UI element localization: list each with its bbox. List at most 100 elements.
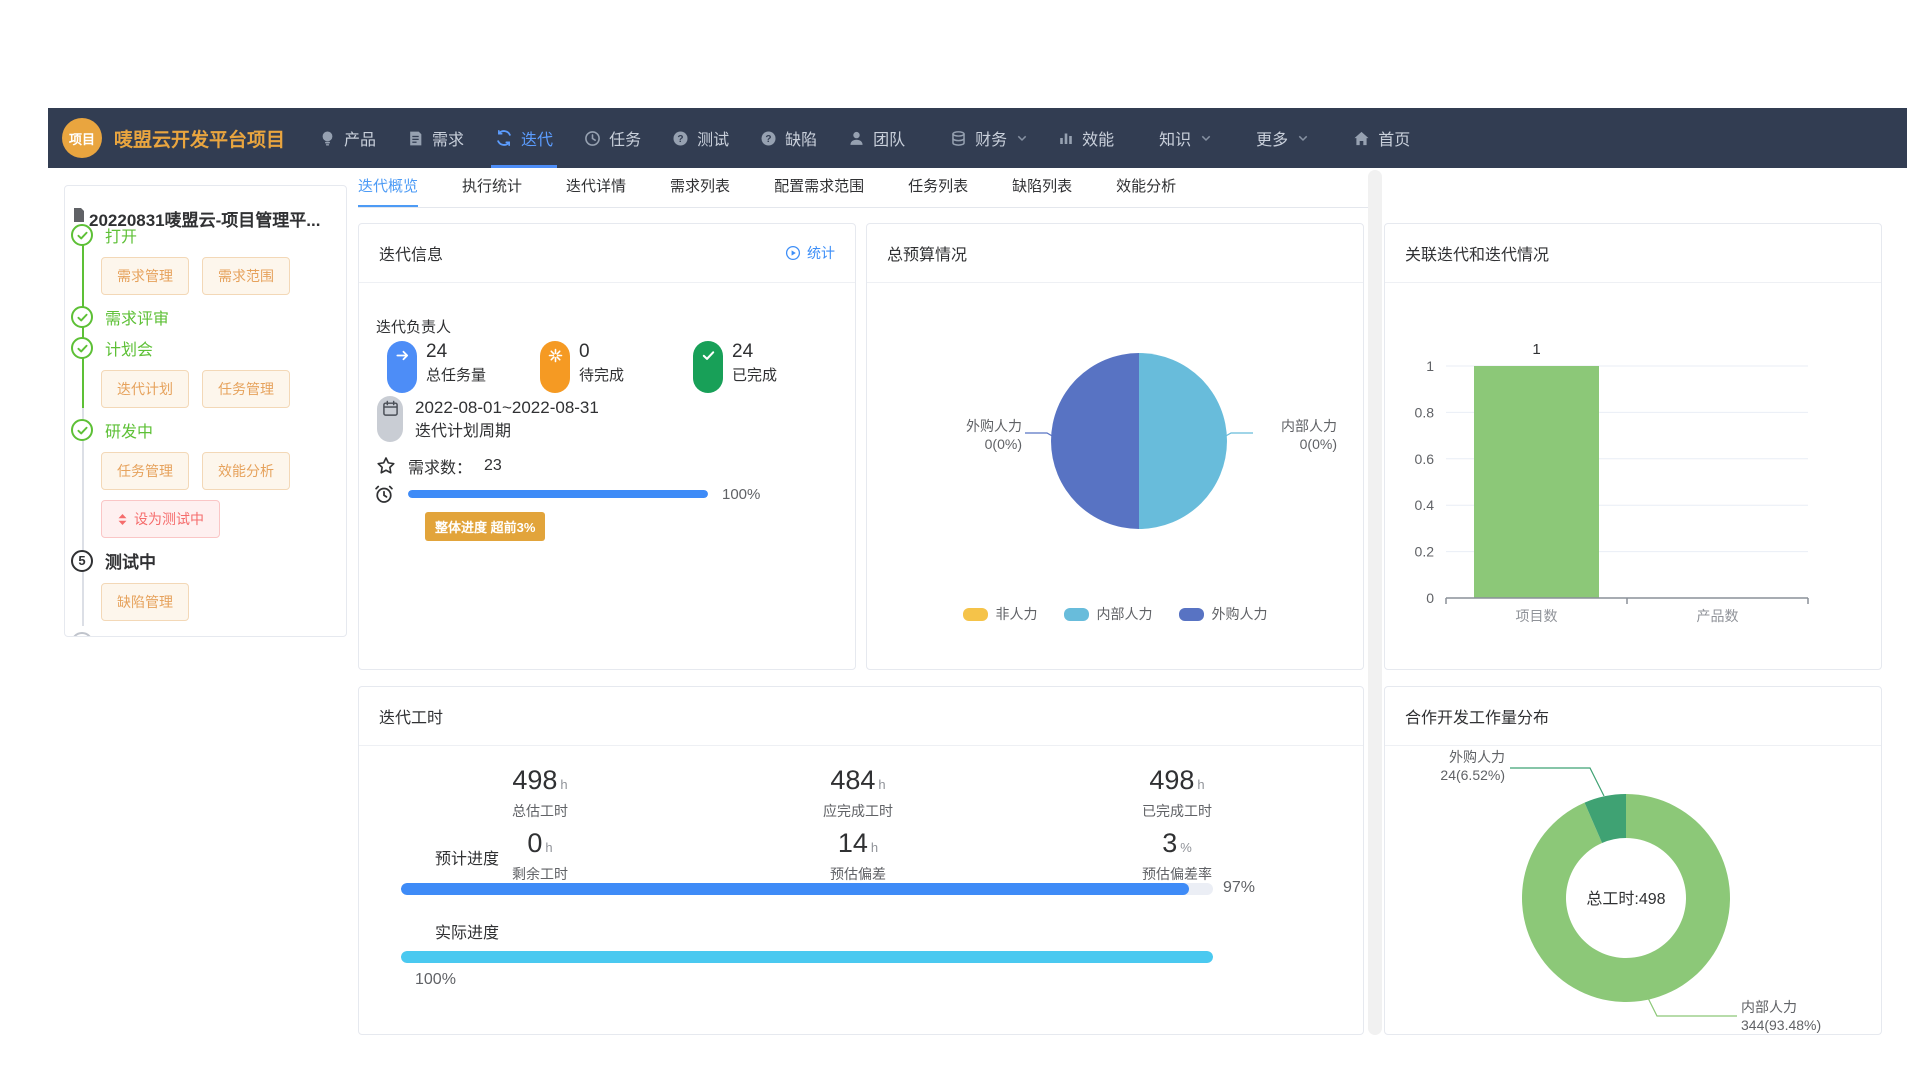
alarm-clock-icon [374,484,394,504]
card-header: 迭代信息 统计 [359,224,855,283]
step-action-需求管理[interactable]: 需求管理 [101,257,189,295]
updown-icon [117,513,128,526]
svg-text:344(93.48%): 344(93.48%) [1741,1017,1821,1033]
hours-card: 迭代工时 498h总估工时0h剩余工时484h应完成工时14h预估偏差498h已… [358,686,1364,1035]
tab-迭代详情[interactable]: 迭代详情 [566,175,626,207]
svg-text:?: ? [678,134,684,145]
check-icon [701,348,716,393]
planned-progress-percent: 97% [1223,879,1255,897]
nav-menu: 产品 需求 迭代任务? 测试 ?缺陷 团队 财务 效能 知识更多 首页 [319,108,1441,168]
nav-item-效能[interactable]: 效能 [1058,108,1114,168]
vertical-scrollbar[interactable] [1368,170,1382,1035]
svg-text:0.4: 0.4 [1415,497,1435,513]
nav-item-label: 效能 [1082,126,1114,150]
requirement-label: 需求数： [408,454,472,478]
app-title: 唛盟云开发平台项目 [114,125,285,152]
step-action-迭代计划[interactable]: 迭代计划 [101,370,189,408]
card-title: 总预算情况 [887,241,967,265]
legend-item-内部人力[interactable]: 内部人力 [1064,604,1153,624]
stat-label: 总任务量 [426,363,486,389]
progress-badge: 整体进度 超前3% [425,512,545,541]
tab-配置需求范围[interactable]: 配置需求范围 [774,175,864,207]
coop-donut-chart: 总工时:498外购人力24(6.52%)内部人力344(93.48%) [1385,746,1881,1035]
tab-任务列表[interactable]: 任务列表 [908,175,968,207]
nav-item-财务[interactable]: 财务 [950,108,1027,168]
stats-link[interactable]: 统计 [785,243,835,263]
tab-效能分析[interactable]: 效能分析 [1116,175,1176,207]
workflow-step-计划会[interactable]: 计划会 [65,336,346,360]
step-action-设为测试中[interactable]: 设为测试中 [101,500,220,538]
hours-stat-col: 498h已完成工时3%预估偏差率 [1067,765,1287,891]
svg-text:0.6: 0.6 [1415,451,1435,467]
task-icon [584,130,601,147]
nav-item-label: 测试 [697,126,729,150]
nav-item-团队[interactable]: 团队 [848,108,905,168]
help-icon: ? [760,130,777,147]
overall-progress-percent: 100% [722,486,760,503]
stat-label: 已完成 [732,363,777,389]
tab-bar: 迭代概览 执行统计 迭代详情 需求列表 配置需求范围 任务列表 缺陷列表 效能分析 [358,175,1368,208]
nav-item-首页[interactable]: 首页 [1353,108,1410,168]
top-navbar: 项目 唛盟云开发平台项目 产品 需求 迭代任务? 测试 ?缺陷 团队 财务 效能 知识更多 首页 [48,108,1907,168]
svg-text:0.8: 0.8 [1415,404,1435,420]
arrow-right-icon [395,348,410,393]
project-title[interactable]: 20220831唛盟云-项目管理平... [89,206,343,231]
svg-text:项目数: 项目数 [1516,608,1558,624]
calendar-icon [377,396,403,442]
period-label: 迭代计划周期 [415,420,599,444]
workflow-step-研发中[interactable]: 研发中 [65,418,346,442]
chart-icon [1058,130,1074,146]
main-content: 20220831唛盟云-项目管理平... 打开需求管理需求范围需求评审计划会迭代… [48,168,1907,1035]
workflow-step-测试中[interactable]: 5测试中 [65,548,346,573]
svg-text:0: 0 [1426,590,1434,606]
project-icon [73,208,85,222]
nav-item-label: 团队 [873,126,905,150]
nav-item-任务[interactable]: 任务 [584,108,641,168]
workflow-step-迭代上线[interactable]: 6 迭代上线 [65,631,346,637]
svg-text:1: 1 [1426,358,1434,374]
svg-text:1: 1 [1532,341,1540,358]
requirement-icon [407,130,424,147]
svg-text:0(0%): 0(0%) [985,436,1022,452]
overall-progress-row: 100% [374,484,760,504]
requirement-count: 23 [484,457,502,475]
step-indicator: 6 [71,632,93,637]
card-title: 迭代工时 [379,704,443,728]
nav-item-迭代[interactable]: 迭代 [495,108,553,168]
stat-pill-总任务量: 24总任务量 [387,341,486,393]
nav-item-label: 需求 [432,126,464,150]
legend-item-非人力[interactable]: 非人力 [963,604,1038,624]
workflow-step-需求评审[interactable]: 需求评审 [65,305,346,329]
legend-item-外购人力[interactable]: 外购人力 [1179,604,1268,624]
step-action-任务管理[interactable]: 任务管理 [101,452,189,490]
coop-card: 合作开发工作量分布 总工时:498外购人力24(6.52%)内部人力344(93… [1384,686,1882,1035]
owner-label: 迭代负责人 [376,316,451,337]
step-action-任务管理[interactable]: 任务管理 [202,370,290,408]
nav-item-测试[interactable]: ? 测试 [672,108,729,168]
tab-迭代概览[interactable]: 迭代概览 [358,175,418,207]
nav-item-知识[interactable]: 知识 [1159,108,1211,168]
relation-card: 关联迭代和迭代情况 00.20.40.60.811项目数产品数 [1384,223,1882,670]
nav-item-label: 财务 [975,126,1007,150]
tab-需求列表[interactable]: 需求列表 [670,175,730,207]
nav-item-产品[interactable]: 产品 [319,108,376,168]
tab-执行统计[interactable]: 执行统计 [462,175,522,207]
nav-item-需求[interactable]: 需求 [407,108,464,168]
tab-缺陷列表[interactable]: 缺陷列表 [1012,175,1072,207]
planned-progress-bar [401,883,1213,895]
step-action-需求范围[interactable]: 需求范围 [202,257,290,295]
step-indicator [71,306,93,328]
nav-item-缺陷[interactable]: ?缺陷 [760,108,817,168]
step-action-效能分析[interactable]: 效能分析 [202,452,290,490]
nav-item-更多[interactable]: 更多 [1256,108,1308,168]
stat-label: 待完成 [579,363,624,389]
nav-item-label: 首页 [1378,126,1410,150]
step-label: 迭代上线 [105,631,169,637]
finance-icon [950,130,967,147]
overall-progress-bar [408,490,708,498]
step-action-缺陷管理[interactable]: 缺陷管理 [101,583,189,621]
svg-text:24(6.52%): 24(6.52%) [1440,767,1505,783]
step-indicator: 5 [71,550,93,572]
svg-text:0.2: 0.2 [1415,544,1435,560]
project-logo: 项目 [62,118,102,158]
